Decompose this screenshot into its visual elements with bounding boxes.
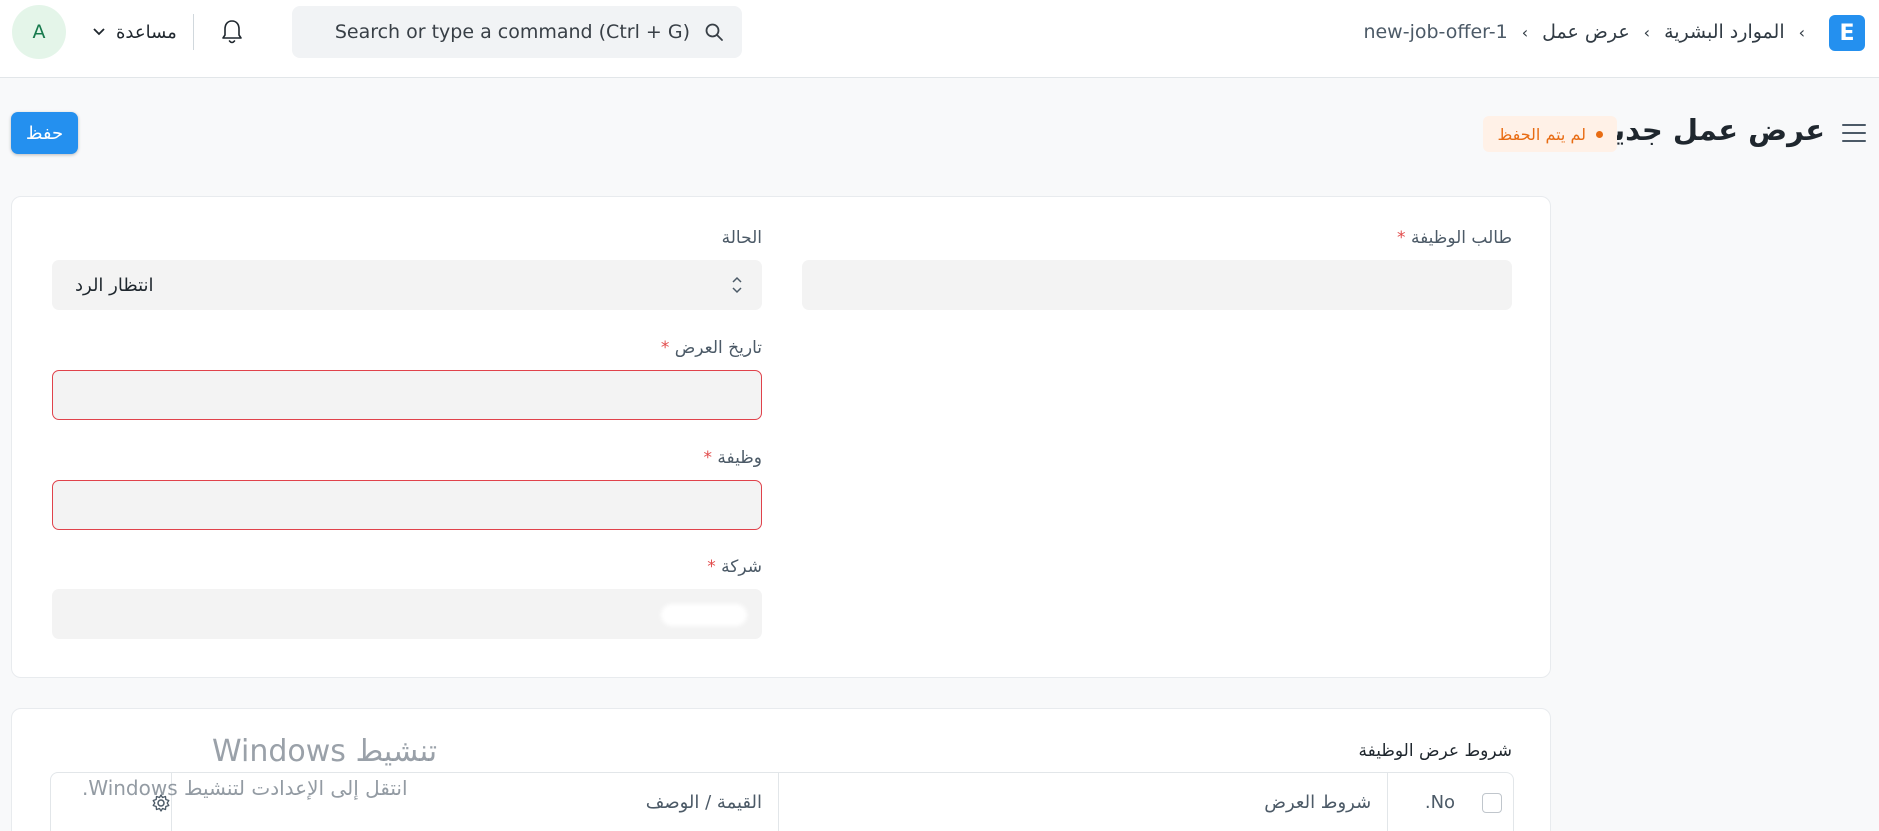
offer-date-input[interactable] (52, 370, 762, 420)
job-applicant-label: طالب الوظيفة * (1397, 228, 1512, 248)
chevron-down-icon (93, 28, 105, 36)
select-all-cell (1471, 773, 1513, 831)
status-text: لم يتم الحفظ (1497, 124, 1586, 144)
job-applicant-input[interactable] (802, 260, 1512, 310)
help-label: مساعدة (116, 21, 177, 43)
top-navbar: E ‹ الموارد البشرية ‹ عرض عمل ‹ new-job-… (0, 0, 1879, 78)
logo-letter: E (1839, 20, 1855, 46)
breadcrumb-separator: ‹ (1798, 22, 1805, 42)
app-logo[interactable]: E (1829, 15, 1865, 51)
job-applicant-label-text: طالب الوظيفة (1410, 228, 1512, 248)
select-all-checkbox[interactable] (1482, 792, 1503, 813)
search-icon (705, 23, 723, 41)
sidebar-toggle-icon[interactable] (1841, 121, 1867, 145)
select-stepper-icon (732, 276, 742, 294)
bell-icon (222, 20, 242, 44)
job-offer-form: طالب الوظيفة * الحالة انتظار الرد تاريخ … (11, 196, 1551, 678)
breadcrumb-current[interactable]: new-job-offer-1 (1363, 21, 1507, 43)
breadcrumb-hr[interactable]: الموارد البشرية (1664, 21, 1785, 43)
status-select-value: انتظار الرد (75, 274, 154, 296)
breadcrumb-separator: ‹ (1643, 22, 1651, 42)
windows-activation-title: تنشيط Windows (212, 734, 438, 769)
status-label: الحالة (721, 228, 762, 248)
status-dot-icon (1596, 130, 1603, 138)
nav-divider (193, 14, 194, 50)
company-label-text: شركة (721, 557, 762, 577)
notifications-button[interactable] (218, 16, 246, 48)
offer-date-label: تاريخ العرض * (661, 338, 762, 358)
save-button[interactable]: حفظ (11, 112, 78, 154)
help-dropdown[interactable]: مساعدة (92, 19, 177, 45)
column-header-offer-term: شروط العرض (778, 773, 1387, 831)
status-select[interactable]: انتظار الرد (52, 260, 762, 310)
search-placeholder: Search or type a command (Ctrl + G) (334, 21, 690, 43)
avatar-initial: A (32, 21, 46, 43)
offer-date-label-text: تاريخ العرض (674, 338, 762, 358)
avatar[interactable]: A (12, 5, 66, 59)
status-badge: لم يتم الحفظ (1483, 116, 1617, 152)
windows-activation-subtitle: انتقل إلى الإعدادت لتنشيط Windows. (82, 776, 408, 800)
designation-label-text: وظيفة (717, 448, 762, 468)
required-marker: * (707, 557, 716, 577)
company-label: شركة * (707, 557, 762, 577)
required-marker: * (660, 338, 670, 358)
job-offer-terms-section: شروط عرض الوظيفة No. شروط العرض القيمة /… (11, 708, 1551, 831)
required-marker: * (703, 448, 713, 468)
required-marker: * (1397, 228, 1406, 248)
breadcrumb: ‹ الموارد البشرية ‹ عرض عمل ‹ new-job-of… (1363, 18, 1805, 46)
terms-section-title: شروط عرض الوظيفة (1358, 741, 1513, 761)
company-value-redacted (661, 604, 747, 626)
breadcrumb-job-offer[interactable]: عرض عمل (1542, 21, 1630, 43)
designation-input[interactable] (52, 480, 762, 530)
designation-label: وظيفة * (704, 448, 763, 468)
search-input[interactable]: Search or type a command (Ctrl + G) (292, 6, 742, 58)
breadcrumb-separator: ‹ (1521, 22, 1529, 42)
column-header-no: No. (1387, 773, 1471, 831)
company-input[interactable] (52, 589, 762, 639)
page-title: عرض عمل جديد (1597, 113, 1825, 147)
